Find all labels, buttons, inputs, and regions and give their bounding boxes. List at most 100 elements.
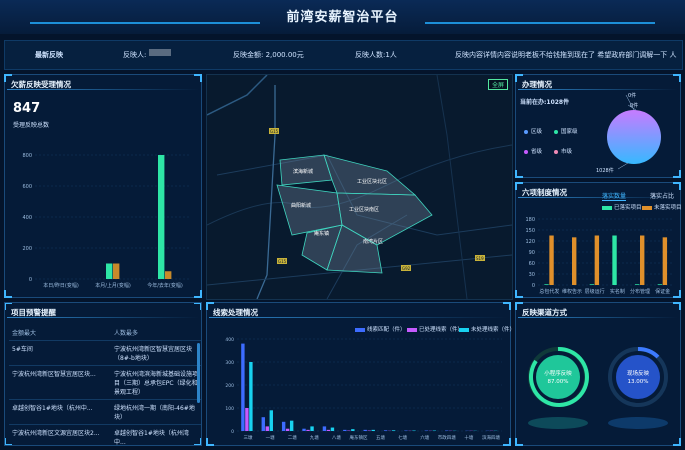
fullscreen-button[interactable]: 全屏 (487, 79, 508, 90)
zone-label: 曲阳新城 (291, 202, 311, 209)
legend-swatch (524, 129, 528, 134)
legend-item: 市级 (554, 147, 572, 155)
legend-item: 区级 (524, 127, 542, 135)
x-tick-label: 今年/去年(变幅) (147, 282, 183, 289)
header: 前湾安薪智治平台 (0, 0, 685, 34)
table-cell: 卓越创智谷1#地块（杭州湾中... (111, 424, 201, 445)
bar (572, 237, 577, 285)
y-tick-label: 400 (225, 337, 234, 343)
bar (310, 426, 314, 431)
gauge-disc (536, 355, 580, 399)
y-tick-label: 800 (22, 153, 32, 159)
legend-swatch (554, 129, 558, 134)
legend-item: 未处理线索（件） (459, 325, 515, 333)
legend-swatch (554, 149, 558, 154)
channels-panel: 反映渠道方式 小程序反映 87.00% 现场反映 13.00% (515, 302, 681, 446)
bar (326, 429, 331, 431)
legend-swatch (355, 327, 365, 332)
ticker-content: 反映内容详情内容说明老板不给钱拖到现在了 希望政府部门调解一下 人 (455, 51, 677, 59)
y-tick-label: 180 (525, 217, 535, 223)
x-tick-label: 本月/上月(变幅) (95, 282, 131, 289)
table-cell: 5#车间 (9, 340, 111, 366)
six-systems-panel: 六项制度情况 落实数量 落实占比 已落实项目 未落实项目 0 30 60 90 120 1… (515, 182, 682, 298)
bar (635, 284, 640, 285)
bar (351, 429, 355, 431)
table-scrollbar[interactable] (197, 343, 200, 403)
gauge-label: 小程序反映 (544, 369, 572, 377)
tab-ratio[interactable]: 落实占比 (650, 191, 674, 200)
bar (106, 263, 113, 279)
map-canvas[interactable]: 滨海新城 工业区块北区 曲阳新城 工业区块南区 南湾片区 庵东镇 G15 G15… (207, 75, 512, 299)
bar (245, 408, 249, 431)
bar (158, 155, 165, 279)
bar (391, 430, 396, 431)
pie-annotation: 0件 (628, 92, 636, 99)
ticker-count: 反映人数:1人 (355, 51, 397, 59)
bar (322, 426, 327, 431)
table-row[interactable]: 宁波杭州湾新区智慧宜居区块... 宁波杭州湾滨海新城基础设施项目（三期）总承包EP… (9, 365, 201, 400)
y-tick-label: 30 (529, 272, 535, 278)
x-tick-label: 总包代发 (539, 288, 559, 295)
ticker-reporter: 反映人: (123, 51, 147, 59)
clues-bar-chart: 0 100 200 300 400 三墩 一塘 二塘 九塘 八塘 庵东镇区 五塘 七塘 六塘 市政四塘 十塘 滨… (225, 337, 502, 441)
gauge-label: 现场反映 (627, 369, 650, 377)
ticker-label: 最新反映 (35, 51, 63, 59)
road-tag: G15 (278, 259, 287, 264)
bar (363, 429, 367, 431)
y-tick-label: 120 (525, 239, 535, 245)
tab-count[interactable]: 落实数量 (602, 191, 627, 201)
handling-pie-chart: 0件 0件 1028件 (596, 92, 661, 174)
table-row[interactable]: 宁波杭州湾新区文源宜居区块2... 卓越创智谷1#地块（杭州湾中... (9, 424, 201, 445)
bar (383, 430, 388, 431)
table-cell: 宁波杭州湾新区智慧宜居区块... (9, 365, 111, 400)
bar (285, 428, 290, 431)
latest-report-ticker[interactable]: 最新反映 反映人: 反映金额: 2,000.00元 反映人数:1人 反映内容详情… (4, 40, 683, 70)
legend-item: 已落实项目 (602, 203, 642, 211)
pie-annotation: 0件 (630, 102, 638, 109)
gauge-value: 13.00% (628, 379, 649, 385)
table-cell: 宁波杭州湾新区文源宜居区块2... (9, 424, 111, 445)
table-row[interactable]: 卓越创智谷1#地块（杭州中... 绿地杭州湾一期（南阳-46#地块） (9, 399, 201, 425)
bar (241, 343, 245, 431)
complaints-panel: 欠薪反映受理情况 847 受理反映总数 0 200 400 600 800 本日/昨日(变… (4, 74, 202, 298)
x-tick-label: 维权告示 (562, 288, 582, 295)
y-tick-label: 400 (22, 215, 32, 221)
gauge-disc (616, 355, 660, 399)
x-tick-label: 九塘 (310, 434, 319, 441)
bar (594, 235, 600, 285)
x-tick-label: 层级运行 (585, 288, 605, 295)
bar (612, 235, 617, 285)
clues-panel: 线索处理情况 线索匹配（件） 已处理线索（件） 未处理线索（件） 0 100 200… (206, 302, 515, 446)
bar (261, 417, 265, 431)
x-tick-label: 七塘 (398, 434, 407, 441)
bar (289, 420, 294, 431)
y-tick-label: 0 (231, 429, 234, 435)
zone-label: 工业区块南区 (349, 206, 379, 213)
table-row[interactable]: 5#车间 宁波杭州湾新区智慧宜居区块（8#-b地块） (9, 340, 201, 366)
complaints-total-label: 受理反映总数 (13, 122, 50, 129)
y-tick-label: 0 (29, 277, 32, 283)
legend-item: 已处理线索（件） (407, 325, 463, 333)
y-tick-label: 200 (225, 383, 234, 389)
table-header-row: 金额最大 人数最多 (9, 325, 201, 341)
zone-label: 南湾片区 (363, 238, 383, 245)
y-tick-label: 200 (22, 246, 32, 252)
road-tag: G92 (402, 266, 411, 271)
pie-slice (607, 110, 661, 164)
handling-panel: 办理情况 当前在办:1028件 区级 国家级 省级 市级 0件 0件 1028件 (515, 74, 681, 178)
x-tick-label: 滨海四塘 (482, 434, 500, 441)
table-cell: 宁波杭州湾新区智慧宜居区块（8#-b地块） (111, 340, 201, 366)
y-tick-label: 600 (22, 184, 32, 190)
bar (249, 362, 253, 431)
x-tick-label: 庵东镇区 (349, 434, 367, 441)
zone-label: 庵东镇 (314, 230, 329, 237)
x-tick-label: 一塘 (266, 434, 275, 441)
six-bar-chart: 0 30 60 90 120 150 180 总包代发 维权告示 层级运行 实名制 分布管理 保证金 (525, 217, 674, 295)
district-map[interactable]: 滨海新城 工业区块北区 曲阳新城 工业区块南区 南湾片区 庵东镇 G15 G15… (206, 74, 513, 300)
table-cell: 宁波杭州湾滨海新城基础设施项目（三期）总承包EPC（绿化和景观工程） (111, 365, 201, 400)
x-tick-label: 分布管理 (630, 288, 650, 295)
legend-swatch (602, 205, 612, 210)
col-header-people: 人数最多 (111, 325, 201, 341)
handling-current: 当前在办:1028件 (520, 99, 570, 106)
x-tick-label: 本日/昨日(变幅) (43, 282, 79, 289)
